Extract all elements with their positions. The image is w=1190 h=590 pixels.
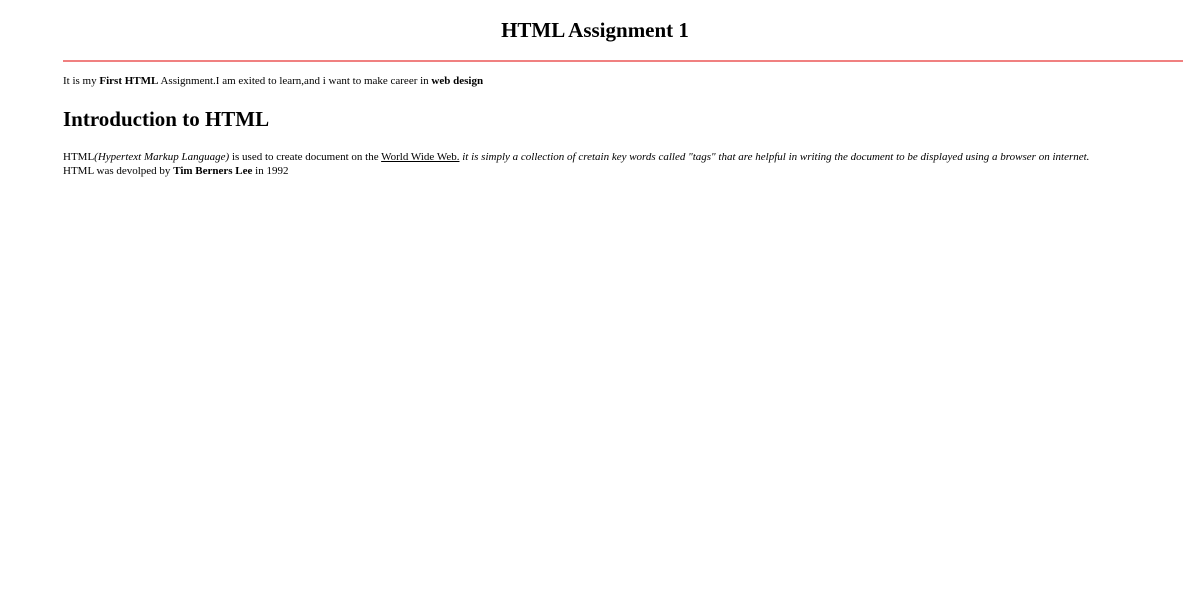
paragraph-line-1: HTML(Hypertext Markup Language) is used … — [63, 150, 1173, 164]
intro-bold-web-design: web design — [431, 75, 484, 87]
paragraph-text: in 1992 — [252, 165, 289, 177]
page-title: HTML Assignment 1 — [501, 18, 689, 42]
paragraph-text: is used to create document on the — [229, 151, 382, 163]
intro-paragraph: It is my First HTML Assignment.I am exit… — [63, 74, 483, 88]
paragraph-text: HTML was devolped by — [63, 165, 174, 177]
page: HTML Assignment 1 It is my First HTML As… — [0, 0, 1190, 590]
intro-text: Assignment.I am exited to learn,and i wa… — [158, 75, 432, 87]
paragraph-italic-abbrev: (Hypertext Markup Language) — [94, 151, 230, 163]
intro-html-paragraph: HTML(Hypertext Markup Language) is used … — [63, 150, 1173, 178]
intro-text: It is my — [63, 75, 100, 87]
paragraph-italic-description: it is simply a collection of cretain key… — [459, 151, 1090, 163]
section-heading: Introduction to HTML — [63, 107, 270, 131]
paragraph-text: HTML — [63, 151, 95, 163]
paragraph-bold-author: Tim Berners Lee — [173, 165, 253, 177]
horizontal-rule — [63, 60, 1183, 62]
intro-bold-first-html: First HTML — [99, 75, 159, 87]
world-wide-web-link[interactable]: World Wide Web. — [381, 151, 459, 163]
paragraph-line-2: HTML was devolped by Tim Berners Lee in … — [63, 164, 1173, 178]
